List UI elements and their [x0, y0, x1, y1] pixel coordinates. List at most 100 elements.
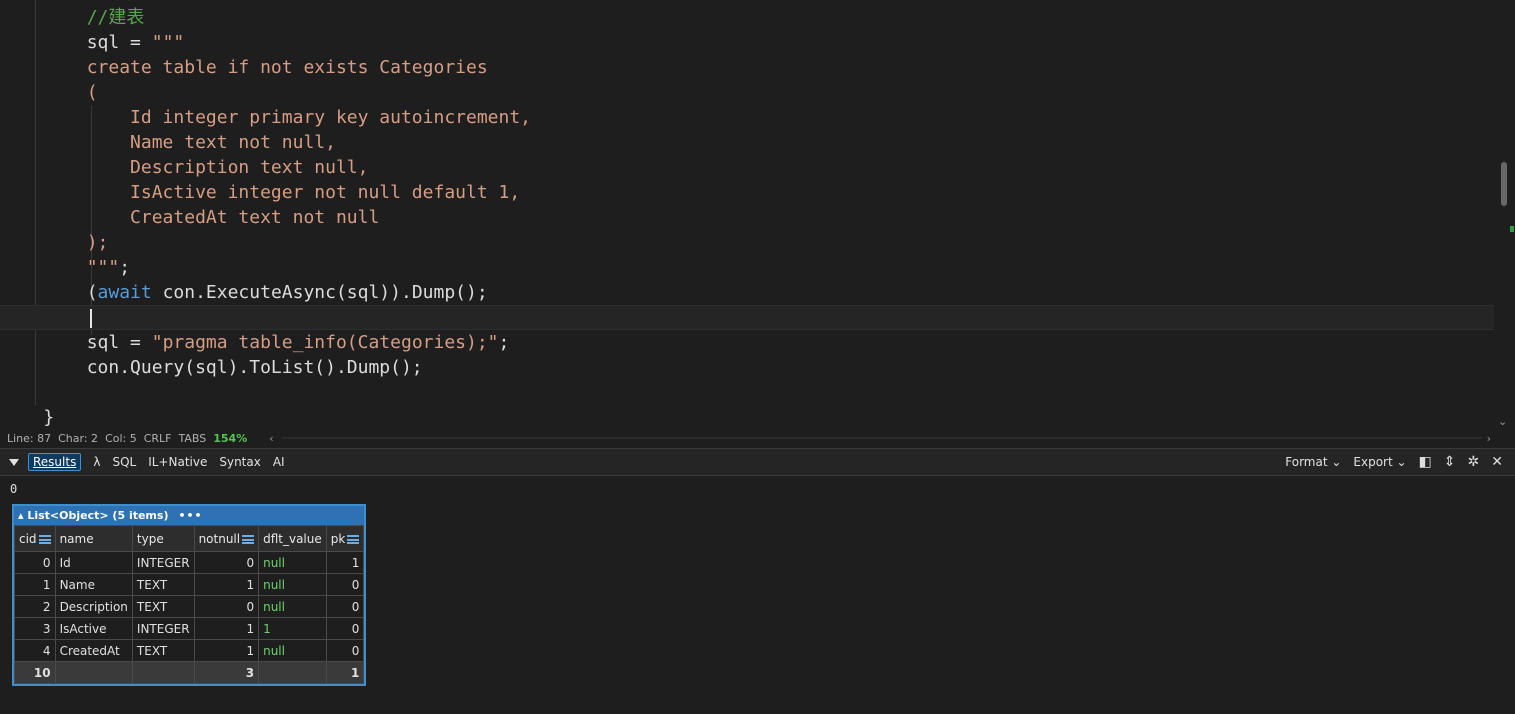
total-cell: 10 — [14, 661, 56, 684]
code-line[interactable]: """; — [0, 255, 1494, 280]
gear-icon[interactable]: ✲ — [1468, 454, 1480, 470]
code-line[interactable]: Description text null, — [0, 155, 1494, 180]
code-line[interactable]: IsActive integer not null default 1, — [0, 180, 1494, 205]
code-line[interactable]: Name text not null, — [0, 130, 1494, 155]
tab-lambda[interactable]: λ — [93, 455, 100, 469]
status-col: Col: 5 — [105, 432, 137, 445]
code-token: Description text null, — [130, 157, 369, 178]
format-dropdown[interactable]: Format ⌄ — [1285, 455, 1341, 469]
tab-ai[interactable]: AI — [273, 455, 285, 469]
table-cell: 2 — [14, 595, 56, 618]
table-cell: 0 — [14, 551, 56, 574]
tab-il-native[interactable]: IL+Native — [148, 455, 207, 469]
status-zoom[interactable]: 154% — [213, 432, 247, 445]
status-line: Line: 87 — [7, 432, 52, 445]
code-line[interactable] — [0, 380, 1494, 405]
code-token: sql = — [86, 332, 152, 353]
table-row[interactable]: 4 CreatedAt TEXT 1 null 0 — [14, 639, 365, 662]
scroll-right-icon[interactable]: › — [1487, 432, 1491, 445]
export-dropdown[interactable]: Export ⌄ — [1353, 455, 1406, 469]
table-cell: TEXT — [131, 573, 195, 596]
col-name[interactable]: name — [54, 525, 133, 552]
col-notnull[interactable]: notnull — [193, 525, 260, 552]
table-cell: TEXT — [131, 639, 195, 662]
code-line[interactable]: con.Query(sql).ToList().Dump(); — [0, 355, 1494, 380]
table-cell: null — [258, 639, 327, 662]
tab-syntax[interactable]: Syntax — [219, 455, 260, 469]
code-token: con.Query(sql).ToList().Dump(); — [86, 357, 423, 378]
code-line[interactable]: Id integer primary key autoincrement, — [0, 105, 1494, 130]
col-label: notnull — [198, 531, 241, 546]
code-line[interactable]: (await con.ExecuteAsync(sql)).Dump(); — [0, 280, 1494, 305]
table-cell: 1 — [325, 551, 365, 574]
code-line[interactable]: ); — [0, 230, 1494, 255]
collapse-results-icon[interactable] — [9, 458, 19, 466]
arrows-icon[interactable]: ⇕ — [1444, 454, 1456, 470]
table-menu-icon[interactable]: ••• — [178, 509, 202, 522]
table-cell: 1 — [258, 617, 327, 640]
table-row[interactable]: 3 IsActive INTEGER 1 1 0 — [14, 617, 365, 640]
code-token: ; — [498, 332, 510, 353]
table-cell: 1 — [193, 639, 260, 662]
totals-row: 10 3 1 — [14, 661, 365, 684]
vertical-scrollbar[interactable]: ⌄ — [1495, 0, 1515, 430]
col-label: type — [136, 531, 164, 546]
code-line[interactable] — [0, 305, 1494, 330]
total-cell: 1 — [325, 661, 365, 684]
code-line[interactable]: } — [0, 405, 1494, 430]
total-cell: 3 — [193, 661, 260, 684]
col-pk[interactable]: pk — [325, 525, 365, 552]
column-chart-icon[interactable] — [38, 534, 51, 544]
layout-toggle-icon[interactable]: ◧ — [1419, 454, 1432, 470]
close-icon[interactable]: ✕ — [1491, 454, 1503, 470]
table-cell: CreatedAt — [54, 639, 133, 662]
results-panel: 0 ▴ List<Object> (5 items) ••• cid name … — [0, 476, 1515, 714]
code-line[interactable]: sql = "pragma table_info(Categories);"; — [0, 330, 1494, 355]
table-cell: 0 — [325, 639, 365, 662]
table-cell: null — [258, 573, 327, 596]
result-table: ▴ List<Object> (5 items) ••• cid name ty… — [12, 504, 367, 686]
code-token: Id integer primary key autoincrement, — [130, 107, 532, 128]
table-title[interactable]: ▴ List<Object> (5 items) — [18, 509, 168, 522]
scroll-down-icon[interactable]: ⌄ — [1498, 415, 1507, 428]
column-chart-icon[interactable] — [347, 534, 360, 544]
table-row[interactable]: 1 Name TEXT 1 null 0 — [14, 573, 365, 596]
code-token: ( — [86, 82, 98, 103]
tab-sql[interactable]: SQL — [112, 455, 136, 469]
code-line[interactable]: //建表 — [0, 5, 1494, 30]
table-row[interactable]: 2 Description TEXT 0 null 0 — [14, 595, 365, 618]
col-cid[interactable]: cid — [14, 525, 56, 552]
code-token: ( — [86, 282, 98, 303]
horizontal-scrollbar[interactable] — [282, 437, 1482, 439]
code-token: } — [43, 407, 55, 428]
code-editor[interactable]: //建表 sql = """ create table if not exist… — [0, 0, 1515, 430]
code-line[interactable]: sql = """ — [0, 30, 1494, 55]
table-row[interactable]: 0 Id INTEGER 0 null 1 — [14, 551, 365, 574]
code-line[interactable]: create table if not exists Categories — [0, 55, 1494, 80]
tab-results[interactable]: Results — [28, 453, 82, 471]
col-label: cid — [19, 531, 37, 546]
code-line[interactable]: ( — [0, 80, 1494, 105]
table-cell: null — [258, 595, 327, 618]
col-dflt-value[interactable]: dflt_value — [258, 525, 327, 552]
col-type[interactable]: type — [131, 525, 195, 552]
code-token: create table if not exists Categories — [86, 57, 488, 78]
table-header-bar[interactable]: ▴ List<Object> (5 items) ••• — [14, 506, 365, 525]
table-cell: TEXT — [131, 595, 195, 618]
table-cell: Name — [54, 573, 133, 596]
code-lines[interactable]: //建表 sql = """ create table if not exist… — [0, 5, 1494, 430]
data-grid: cid name type notnull dflt_value pk 0 Id I… — [14, 525, 365, 684]
col-label: dflt_value — [263, 531, 322, 546]
column-chart-icon[interactable] — [242, 534, 255, 544]
table-cell: null — [258, 551, 327, 574]
code-line[interactable]: CreatedAt text not null — [0, 205, 1494, 230]
scrollbar-thumb[interactable] — [1501, 162, 1507, 206]
table-cell: INTEGER — [131, 617, 195, 640]
total-cell — [258, 661, 327, 684]
scroll-left-icon[interactable]: ‹ — [269, 432, 273, 445]
table-cell: 1 — [193, 573, 260, 596]
